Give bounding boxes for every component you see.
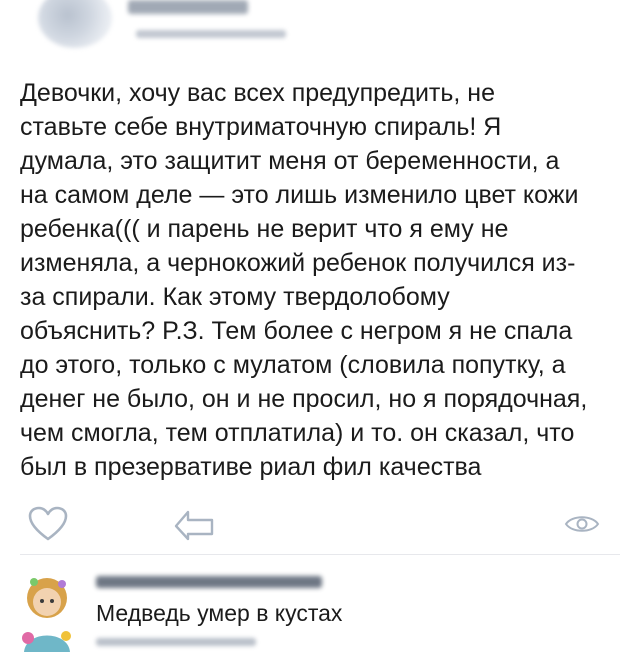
author-avatar[interactable] — [38, 0, 112, 48]
post-text: Девочки, хочу вас всех предупредить, не … — [20, 79, 588, 481]
heart-icon — [28, 506, 68, 541]
commenter-name-redacted[interactable] — [96, 576, 322, 588]
commenter-avatar[interactable] — [14, 568, 80, 652]
eye-icon — [564, 516, 600, 532]
post-actions — [0, 500, 640, 542]
share-icon — [174, 510, 214, 541]
comment-text: Медведь умер в кустах — [96, 600, 343, 626]
views-counter — [564, 512, 600, 536]
post-header — [20, 0, 620, 60]
comment: Медведь умер в кустах — [0, 560, 640, 667]
like-button[interactable] — [28, 506, 68, 542]
divider — [20, 554, 620, 555]
comment-date-redacted — [96, 638, 256, 646]
share-button[interactable] — [170, 508, 216, 542]
author-name-redacted[interactable] — [128, 0, 248, 14]
post-date-redacted — [136, 30, 286, 38]
